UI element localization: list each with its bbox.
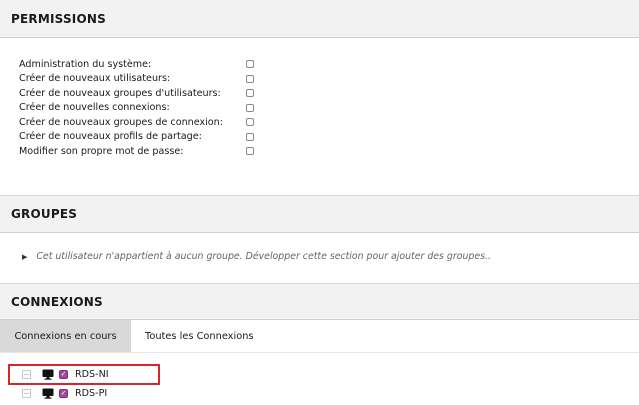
permission-row: Créer de nouveaux profils de partage: bbox=[19, 130, 254, 145]
connections-header[interactable]: CONNEXIONS bbox=[0, 283, 639, 320]
connection-checkbox[interactable]: ✓ bbox=[59, 389, 68, 398]
permission-label: Modifier son propre mot de passe: bbox=[19, 145, 184, 157]
permission-row: Créer de nouveaux groupes d'utilisateurs… bbox=[19, 86, 254, 101]
permission-label: Créer de nouvelles connexions: bbox=[19, 102, 170, 114]
connection-name: RDS-PI bbox=[75, 388, 108, 399]
caret-right-icon: ▶ bbox=[22, 252, 28, 261]
permission-row: Créer de nouvelles connexions: bbox=[19, 101, 254, 116]
groups-message: Cet utilisateur n'appartient à aucun gro… bbox=[36, 251, 491, 262]
collapse-icon[interactable]: − bbox=[22, 389, 31, 398]
groups-header[interactable]: GROUPES bbox=[0, 195, 639, 233]
tab-all-connections[interactable]: Toutes les Connexions bbox=[133, 320, 266, 352]
groups-title: GROUPES bbox=[11, 207, 78, 221]
permission-row: Créer de nouveaux utilisateurs: bbox=[19, 72, 254, 87]
connections-tabs: Connexions en cours Toutes les Connexion… bbox=[0, 320, 639, 353]
permission-row: Créer de nouveaux groupes de connexion: bbox=[19, 115, 254, 130]
permission-label: Créer de nouveaux groupes de connexion: bbox=[19, 116, 223, 128]
permission-checkbox[interactable] bbox=[246, 132, 254, 141]
tab-current-connections[interactable]: Connexions en cours bbox=[0, 320, 131, 352]
permissions-list: Administration du système: Créer de nouv… bbox=[19, 57, 254, 159]
permission-checkbox[interactable] bbox=[246, 147, 254, 156]
groups-expander[interactable]: ▶ Cet utilisateur n'appartient à aucun g… bbox=[22, 251, 491, 262]
permissions-title: PERMISSIONS bbox=[11, 11, 106, 26]
permission-label: Créer de nouveaux utilisateurs: bbox=[19, 73, 171, 85]
permission-checkbox[interactable] bbox=[246, 60, 254, 69]
connections-title: CONNEXIONS bbox=[11, 294, 103, 309]
permission-row: Administration du système: bbox=[19, 57, 254, 72]
connection-item[interactable]: − ✓ RDS-PI bbox=[22, 386, 107, 401]
connection-checkbox[interactable]: ✓ bbox=[59, 370, 68, 379]
collapse-icon[interactable]: − bbox=[22, 370, 31, 379]
permission-checkbox[interactable] bbox=[246, 118, 254, 127]
permission-checkbox[interactable] bbox=[246, 74, 254, 83]
monitor-icon bbox=[42, 369, 54, 380]
permission-label: Créer de nouveaux profils de partage: bbox=[19, 131, 202, 143]
monitor-icon bbox=[42, 388, 54, 399]
permission-checkbox[interactable] bbox=[246, 103, 254, 112]
tab-label: Connexions en cours bbox=[14, 330, 117, 342]
permissions-header[interactable]: PERMISSIONS bbox=[0, 0, 639, 38]
permission-row: Modifier son propre mot de passe: bbox=[19, 144, 254, 159]
connection-name: RDS-NI bbox=[75, 369, 109, 380]
tab-label: Toutes les Connexions bbox=[145, 330, 254, 342]
connection-item[interactable]: − ✓ RDS-NI bbox=[22, 367, 109, 382]
permission-checkbox[interactable] bbox=[246, 89, 254, 98]
permission-label: Créer de nouveaux groupes d'utilisateurs… bbox=[19, 87, 221, 99]
permission-label: Administration du système: bbox=[19, 58, 152, 70]
